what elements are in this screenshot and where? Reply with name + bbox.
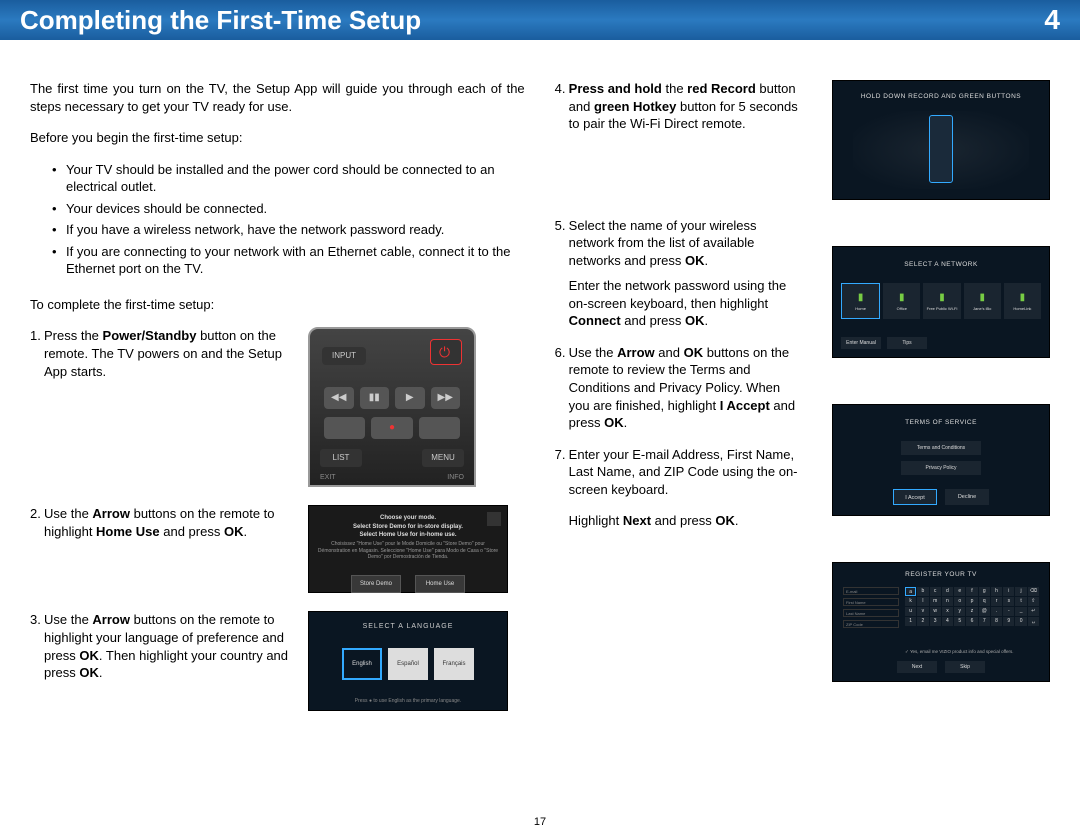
rewind-icon: ◀◀ — [324, 387, 354, 409]
decline-button: Decline — [945, 489, 989, 505]
step-3: 3. Use the Arrow buttons on the remote t… — [30, 611, 525, 711]
col-middle: 4. Press and hold the red Record button … — [555, 80, 802, 729]
record-icon — [371, 417, 412, 439]
col-right: HOLD DOWN RECORD AND GREEN BUTTONS SELEC… — [832, 80, 1050, 729]
step-num: 6. — [555, 344, 569, 432]
privacy-link: Privacy Policy — [901, 461, 981, 475]
power-button-icon — [430, 339, 462, 365]
tos-screen-image: TERMS OF SERVICE Terms and Conditions Pr… — [832, 404, 1050, 516]
step-body: Press and hold the red Record button and… — [569, 80, 802, 133]
step-num: 7. — [555, 446, 569, 499]
intro-text: The first time you turn on the TV, the S… — [30, 80, 525, 115]
step-num: 2. — [30, 505, 44, 593]
firstname-field: First Name — [843, 598, 899, 606]
zip-field: ZIP Code — [843, 620, 899, 628]
store-demo-button: Store Demo — [351, 575, 401, 593]
exit-label: EXIT — [320, 473, 336, 482]
net-option: Office — [883, 283, 920, 319]
before-item: Your devices should be connected. — [52, 200, 525, 218]
page-number: 17 — [0, 816, 1080, 828]
input-button: INPUT — [322, 347, 366, 365]
step-body: Press the Power/Standby button on the re… — [44, 327, 290, 487]
optin-checkbox-label: Yes, email me VIZIO product info and spe… — [905, 649, 1039, 655]
before-list: Your TV should be installed and the powe… — [52, 161, 525, 282]
step-num: 1. — [30, 327, 44, 487]
energy-star-icon — [487, 512, 501, 526]
ff-icon: ▶▶ — [431, 387, 461, 409]
step-1: 1. Press the Power/Standby button on the… — [30, 327, 525, 487]
remote-image: INPUT ◀◀▮▮▶▶▶ LISTMENU EXITINFO — [308, 327, 476, 487]
pair-screen-image: HOLD DOWN RECORD AND GREEN BUTTONS — [832, 80, 1050, 200]
language-screen-image: SELECT A LANGUAGE English Español França… — [308, 611, 508, 711]
before-item: If you are connecting to your network wi… — [52, 243, 525, 278]
step-body: Use the Arrow buttons on the remote to h… — [44, 611, 290, 711]
mode-screen-image: Choose your mode. Select Store Demo for … — [308, 505, 508, 593]
step-5b: Enter the network password using the on-… — [555, 277, 802, 330]
onscreen-keyboard: abcdefghij⌫ klmnopqrst⇧ uvwxyz@.-_↵ 1234… — [905, 587, 1039, 626]
step-body: Use the Arrow buttons on the remote to h… — [44, 505, 290, 593]
net-home: Home — [841, 283, 880, 319]
next-button: Next — [897, 661, 937, 673]
before-label: Before you begin the first-time setup: — [30, 129, 525, 147]
list-button: LIST — [320, 449, 362, 467]
remote-outline-icon — [929, 115, 953, 183]
accept-button: I Accept — [893, 489, 937, 505]
step-6: 6. Use the Arrow and OK buttons on the r… — [555, 344, 802, 432]
step-5: 5. Select the name of your wireless netw… — [555, 217, 802, 270]
chapter-number: 4 — [1044, 4, 1060, 36]
net-tips: Tips — [887, 337, 927, 349]
step-4: 4. Press and hold the red Record button … — [555, 80, 802, 133]
home-use-button: Home Use — [415, 575, 465, 593]
page-title: Completing the First-Time Setup — [20, 5, 421, 36]
step-num: 3. — [30, 611, 44, 711]
step-num: 5. — [555, 217, 569, 270]
step-body: Select the name of your wireless network… — [569, 217, 802, 270]
step-7: 7. Enter your E-mail Address, First Name… — [555, 446, 802, 499]
network-screen-image: SELECT A NETWORK Home Office Free Public… — [832, 246, 1050, 358]
menu-button: MENU — [422, 449, 464, 467]
info-label: INFO — [447, 473, 464, 482]
complete-label: To complete the first-time setup: — [30, 296, 525, 314]
net-option: Jane's iBo — [964, 283, 1001, 319]
register-screen-image: REGISTER YOUR TV E-mail First Name Last … — [832, 562, 1050, 682]
pause-icon: ▮▮ — [360, 387, 390, 409]
email-field: E-mail — [843, 587, 899, 595]
step-body: Enter your E-mail Address, First Name, L… — [569, 446, 802, 499]
before-item: If you have a wireless network, have the… — [52, 221, 525, 239]
net-option: Free Public Wi-Fi — [923, 283, 960, 319]
skip-button: Skip — [945, 661, 985, 673]
step-body: Use the Arrow and OK buttons on the remo… — [569, 344, 802, 432]
step-7b: Highlight Next and press OK. — [555, 512, 802, 530]
tos-link: Terms and Conditions — [901, 441, 981, 455]
lastname-field: Last Name — [843, 609, 899, 617]
col-left: The first time you turn on the TV, the S… — [30, 80, 525, 729]
net-option: HomeLink — [1004, 283, 1041, 319]
play-icon: ▶ — [395, 387, 425, 409]
step-num: 4. — [555, 80, 569, 133]
step-2: 2. Use the Arrow buttons on the remote t… — [30, 505, 525, 593]
before-item: Your TV should be installed and the powe… — [52, 161, 525, 196]
lang-english: English — [342, 648, 382, 680]
lang-french: Français — [434, 648, 474, 680]
net-manual: Enter Manual — [841, 337, 881, 349]
header-bar: Completing the First-Time Setup 4 — [0, 0, 1080, 40]
lang-spanish: Español — [388, 648, 428, 680]
